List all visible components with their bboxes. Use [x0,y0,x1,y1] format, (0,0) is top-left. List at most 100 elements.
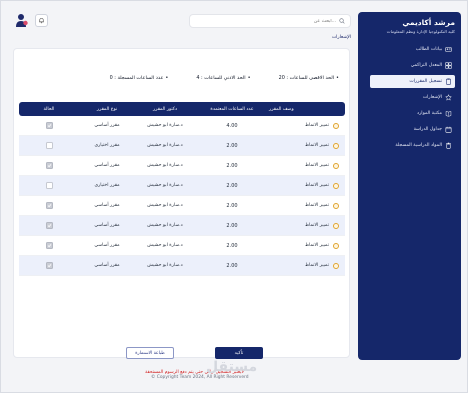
registration-card: • الحد الاقصى للساعات : 20 • الحد الادني ل… [13,48,350,375]
sidebar-item-label: تسجيل المقررات [409,79,442,84]
course-name: تمييز الانماط [304,163,329,168]
course-type-cell: مقرر أساسي [94,203,120,208]
course-type-cell: مقرر أساسي [94,223,120,228]
print-form-button[interactable]: طباعة الاستمارة [126,347,174,359]
credit-hours-cell: 2.00 [226,162,238,169]
trash-icon [445,142,452,149]
confirm-button[interactable]: تأكيد [215,347,263,359]
course-desc-cell: تمييز الانماط [269,222,345,229]
credit-hours-cell: 4.00 [226,122,238,129]
brand-subtitle: كلية التكنولوجيا الإدارة ونظم المعلومات [386,29,455,34]
course-name: تمييز الانماط [304,243,329,248]
credit-hours-cell: 2.00 [226,242,238,249]
registered-hours-stat: • عدد الساعات المسجلة : 0 [109,75,169,81]
avatar[interactable] [15,13,29,28]
credit-hours-cell: 2.00 [226,262,238,269]
course-desc-cell: تمييز الانماط [269,122,345,129]
sidebar-item-library[interactable]: مكتبة الموارد [370,107,455,120]
status-cell [19,162,79,169]
credit-hours-cell: 2.00 [226,222,238,229]
sidebar-item-notifications[interactable]: الإشعارات [370,91,455,104]
doctor-cell: د.سارة ابو حشيش [147,263,183,268]
table-row: تمييز الانماط 4.00 د.سارة ابو حشيش مقرر أسا… [19,116,345,136]
sidebar-item-course-registration[interactable]: تسجيل المقررات [370,75,455,88]
header-doctor: دكتور المقرر [152,106,178,112]
book-icon [445,110,452,117]
app-frame: مرشد أكاديمي كلية التكنولوجيا الإدارة ون… [0,0,468,393]
sidebar-item-student-data[interactable]: بيانات الطالب [370,43,455,56]
doctor-cell: د.سارة ابو حشيش [147,223,183,228]
min-hours-stat: • الحد الادني للساعات : 4 [196,75,251,81]
header-course-desc: وصف المقرر [269,106,294,112]
status-checkbox[interactable] [45,222,53,229]
status-checkbox[interactable] [45,122,53,129]
search-icon [339,18,345,24]
sidebar-item-label: الإشعارات [422,95,442,100]
watermark-logo: مستقل [206,359,258,375]
course-type-cell: مقرر أساسي [94,123,120,128]
course-desc-cell: تمييز الانماط [269,242,345,249]
sidebar-item-schedules[interactable]: جداول الدراسة [370,123,455,136]
course-desc-cell: تمييز الانماط [269,262,345,269]
max-hours-text: الحد الاقصى للساعات : 20 [278,75,335,81]
user-card-icon [445,46,452,53]
status-checkbox[interactable] [45,262,53,269]
brand: مرشد أكاديمي كلية التكنولوجيا الإدارة ون… [358,18,461,34]
course-type-cell: مقرر اختياري [94,143,120,148]
status-checkbox[interactable] [45,142,53,149]
search-bar[interactable] [189,14,351,28]
doctor-cell: د.سارة ابو حشيش [147,183,183,188]
table-body: تمييز الانماط 4.00 د.سارة ابو حشيش مقرر أسا… [19,116,345,276]
course-name: تمييز الانماط [304,143,329,148]
star-icon [445,94,452,101]
check-icon [47,224,51,228]
course-desc-cell: تمييز الانماط [269,142,345,149]
search-input[interactable] [196,18,336,24]
table-row: تمييز الانماط 2.00 د.سارة ابو حشيش مقرر أسا… [19,156,345,176]
header-status: الحالة [43,106,55,112]
status-cell [19,182,79,189]
course-name: تمييز الانماط [304,203,329,208]
course-desc-cell: تمييز الانماط [269,162,345,169]
sidebar-item-label: مكتبة الموارد [417,111,442,116]
course-coin-icon [333,182,339,189]
courses-table: وصف المقرر عدد الساعات المعتمدة دكتور ال… [19,102,345,276]
table-row: تمييز الانماط 2.00 د.سارة ابو حشيش مقرر أسا… [19,196,345,216]
breadcrumb[interactable]: الإشعارات [321,35,351,40]
course-name: تمييز الانماط [304,123,329,128]
doctor-cell: د.سارة ابو حشيش [147,143,183,148]
course-desc-cell: تمييز الانماط [269,202,345,209]
status-cell [19,122,79,129]
course-type-cell: مقرر أساسي [94,243,120,248]
course-coin-icon [333,202,339,209]
course-name: تمييز الانماط [304,223,329,228]
status-checkbox[interactable] [45,242,53,249]
course-name: تمييز الانماط [304,183,329,188]
course-desc-cell: تمييز الانماط [269,182,345,189]
status-cell [19,222,79,229]
status-checkbox[interactable] [45,162,53,169]
table-row: تمييز الانماط 2.00 د.سارة ابو حشيش مقرر اخت… [19,176,345,196]
brand-title: مرشد أكاديمي [402,18,455,27]
notification-button[interactable] [35,14,48,27]
sidebar-item-gpa[interactable]: المعدل التراكمي [370,59,455,72]
sidebar-item-registered-courses[interactable]: المواد الدراسية المسجلة [370,139,455,152]
course-type-cell: مقرر اختياري [94,183,120,188]
status-checkbox[interactable] [45,182,53,189]
sidebar: مرشد أكاديمي كلية التكنولوجيا الإدارة ون… [358,12,461,360]
table-row: تمييز الانماط 2.00 د.سارة ابو حشيش مقرر اخت… [19,136,345,156]
header-credit-hours: عدد الساعات المعتمدة [210,106,254,112]
sidebar-item-label: جداول الدراسة [413,127,442,132]
status-cell [19,242,79,249]
course-coin-icon [333,242,339,249]
check-icon [47,264,51,268]
course-name: تمييز الانماط [304,263,329,268]
check-icon [47,244,51,248]
status-cell [19,262,79,269]
max-hours-stat: • الحد الاقصى للساعات : 20 [278,75,339,81]
table-row: تمييز الانماط 2.00 د.سارة ابو حشيش مقرر أسا… [19,236,345,256]
status-checkbox[interactable] [45,202,53,209]
credit-hours-cell: 2.00 [226,142,238,149]
hours-summary: • الحد الاقصى للساعات : 20 • الحد الادني ل… [110,75,339,81]
registered-hours-text: عدد الساعات المسجلة : 0 [109,75,164,81]
